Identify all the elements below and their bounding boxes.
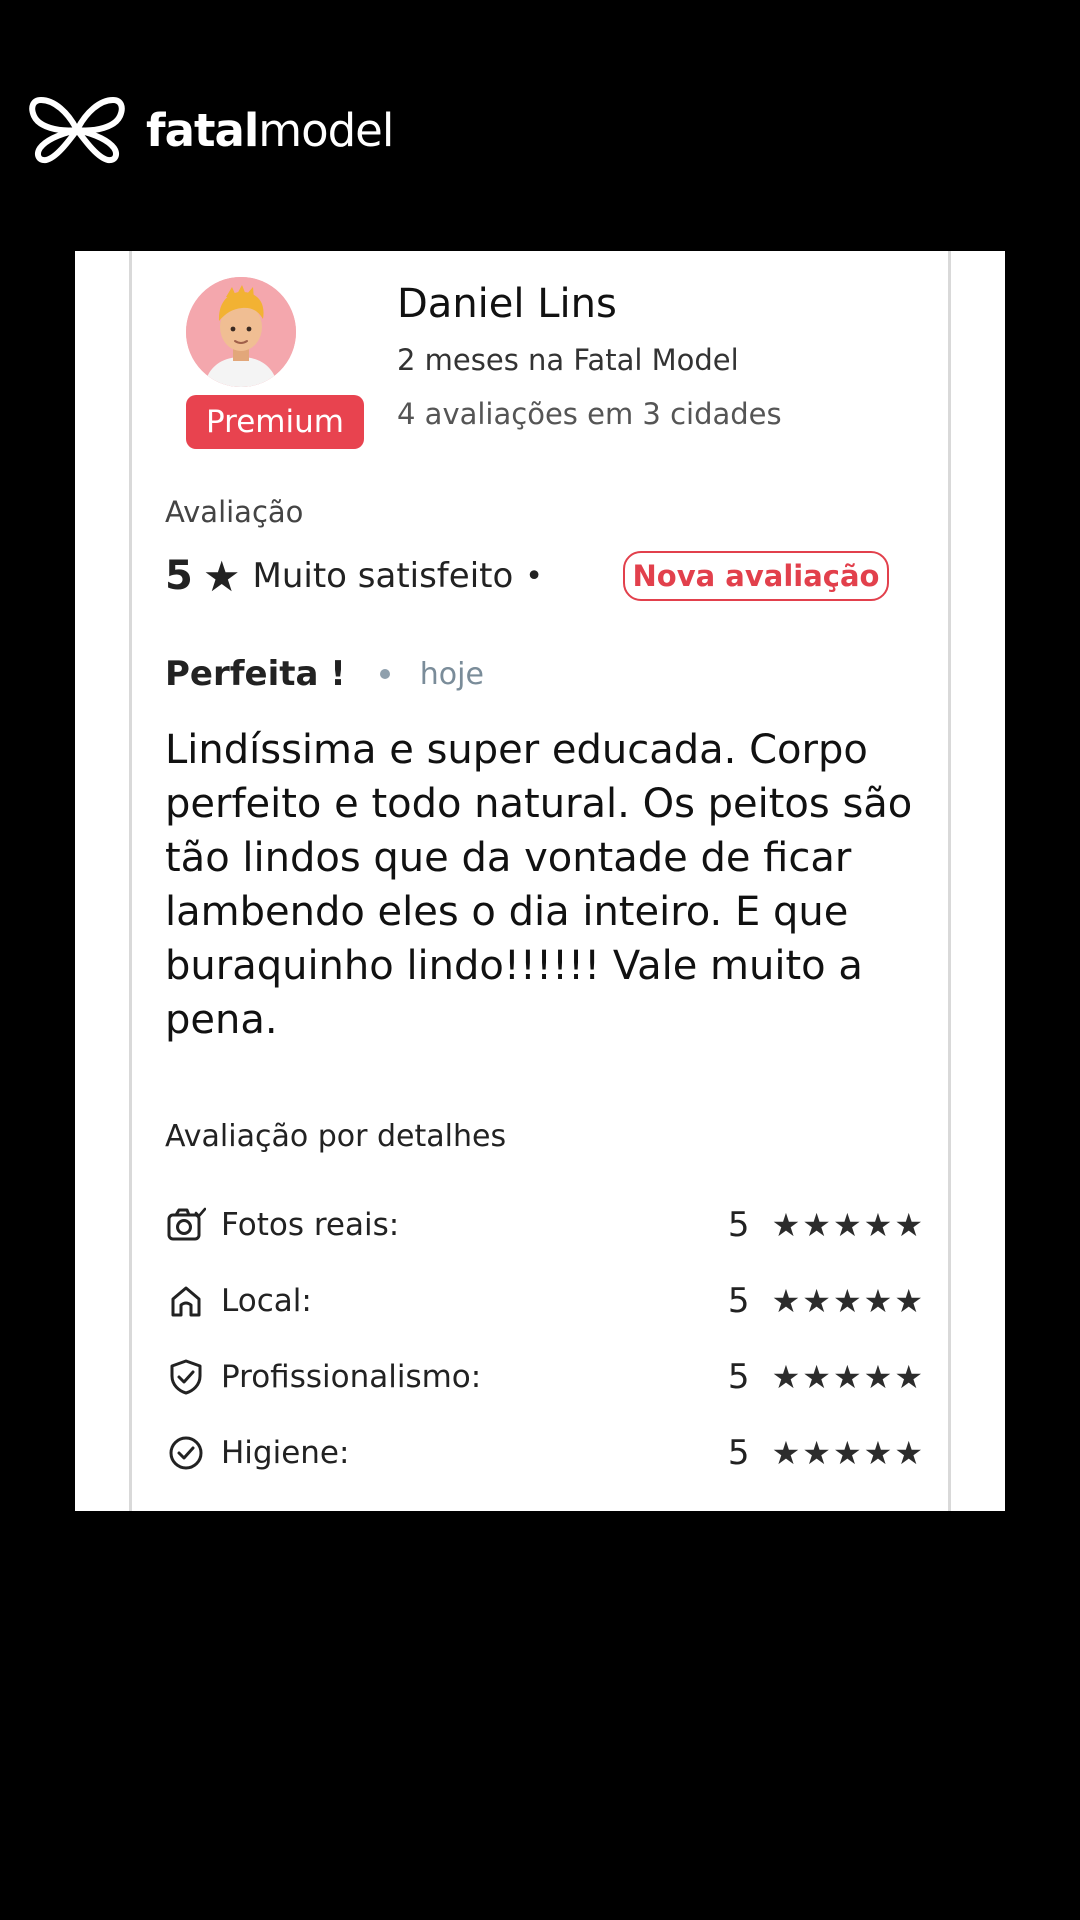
detail-stars: ★★★★★: [771, 1282, 925, 1320]
premium-badge: Premium: [186, 395, 364, 449]
detail-row-profissionalismo: Profissionalismo: 5 ★★★★★: [165, 1352, 925, 1402]
detail-stars: ★★★★★: [771, 1358, 925, 1396]
detail-score: 5: [727, 1205, 750, 1245]
rating-label: Avaliação: [165, 495, 304, 529]
star-icon: ★: [202, 551, 241, 601]
avatar-illustration-icon: [186, 277, 296, 387]
review-card: Premium Daniel Lins 2 meses na Fatal Mod…: [75, 251, 1005, 1511]
detail-label: Higiene:: [221, 1435, 350, 1471]
detail-stars: ★★★★★: [771, 1434, 925, 1472]
review-title: Perfeita !: [165, 654, 346, 694]
detail-score: 5: [727, 1357, 750, 1397]
card-divider-right: [948, 251, 951, 1511]
fatalmodel-logo: fatalmodel: [28, 94, 394, 166]
detail-stars: ★★★★★: [771, 1206, 925, 1244]
reviewer-name[interactable]: Daniel Lins: [397, 281, 617, 327]
rating-score: 5: [165, 553, 193, 599]
reviewer-membership: 2 meses na Fatal Model: [397, 343, 739, 377]
review-body: Lindíssima e super educada. Corpo perfei…: [165, 727, 913, 1043]
shield-check-icon: [165, 1356, 207, 1398]
details-heading: Avaliação por detalhes: [165, 1119, 507, 1154]
camera-icon: [165, 1204, 207, 1246]
detail-row-higiene: Higiene: 5 ★★★★★: [165, 1428, 925, 1478]
reviewer-review-count: 4 avaliações em 3 cidades: [397, 397, 782, 431]
detail-label: Fotos reais:: [221, 1207, 400, 1243]
avatar[interactable]: [186, 277, 296, 387]
separator-dot-icon: [379, 669, 390, 679]
home-icon: [165, 1280, 207, 1322]
check-circle-icon: [165, 1432, 207, 1474]
brand-name: fatalmodel: [146, 103, 394, 157]
detail-row-fotos: Fotos reais: 5 ★★★★★: [165, 1200, 925, 1250]
detail-label: Local:: [221, 1283, 312, 1319]
new-review-badge: Nova avaliação: [623, 551, 889, 601]
separator-dot: •: [525, 558, 543, 594]
overall-rating: 5 ★ Muito satisfeito •: [165, 548, 543, 604]
card-divider-left: [129, 251, 132, 1511]
detail-score: 5: [727, 1433, 750, 1473]
review-header: Perfeita ! hoje: [165, 649, 484, 699]
detail-score: 5: [727, 1281, 750, 1321]
butterfly-icon: [29, 97, 125, 164]
detail-row-local: Local: 5 ★★★★★: [165, 1276, 925, 1326]
rating-description: Muito satisfeito: [252, 556, 514, 596]
detail-label: Profissionalismo:: [221, 1359, 482, 1395]
review-time: hoje: [419, 656, 484, 692]
